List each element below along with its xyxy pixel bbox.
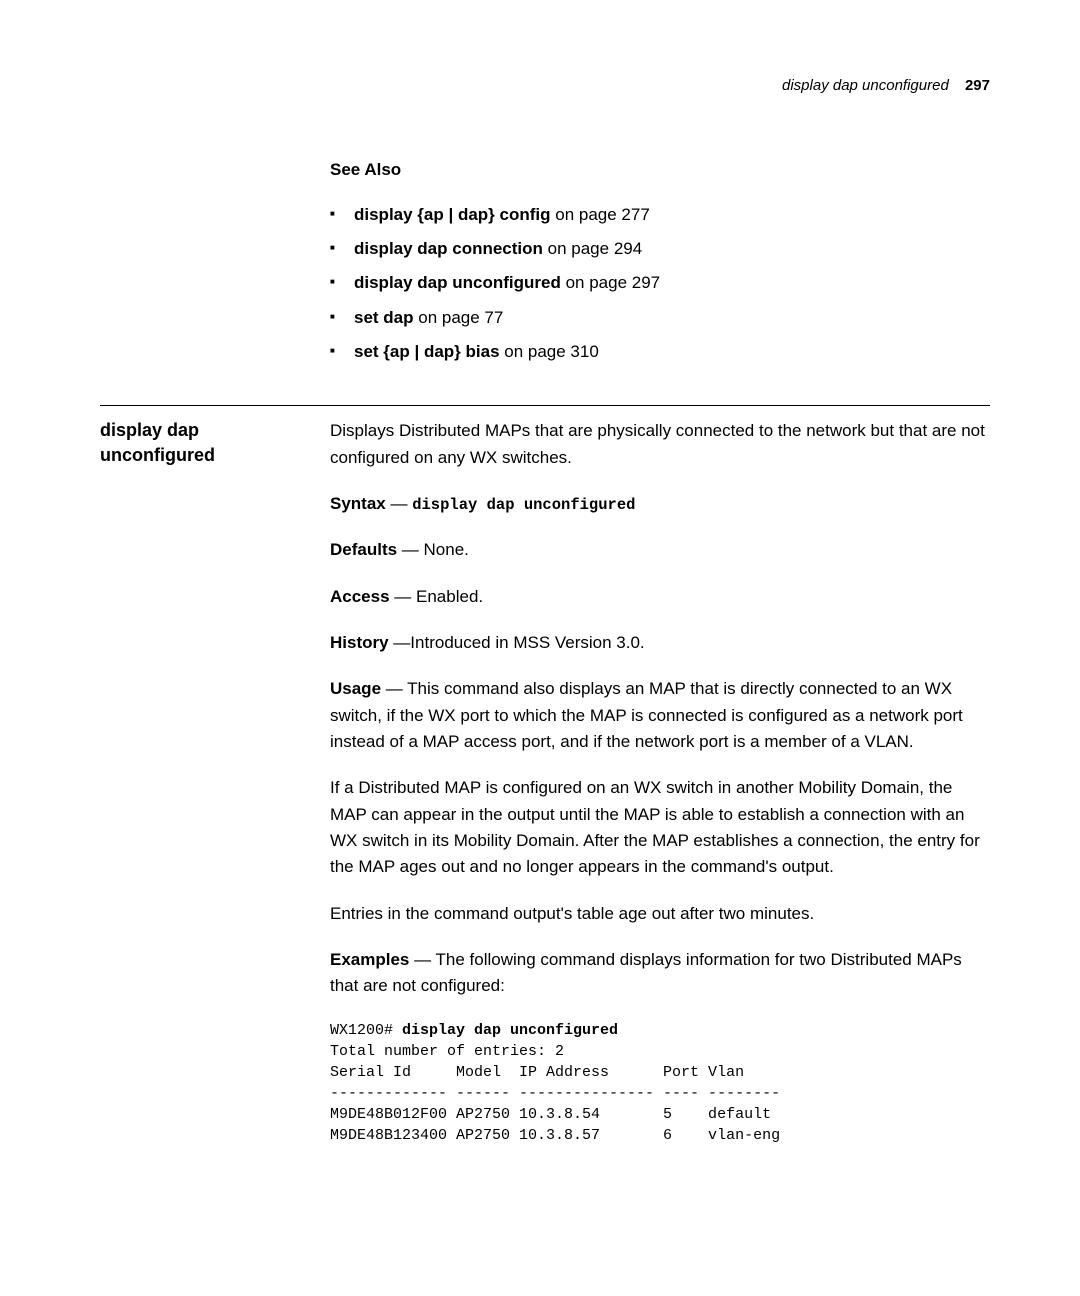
command-name: display dap connection — [354, 239, 543, 258]
command-name: set dap — [354, 308, 414, 327]
code-line: M9DE48B012F00 AP2750 10.3.8.54 5 default — [330, 1106, 771, 1123]
section-heading: display dap unconfigured — [100, 418, 330, 467]
page-ref: on page 310 — [500, 342, 599, 361]
code-line: M9DE48B123400 AP2750 10.3.8.57 6 vlan-en… — [330, 1127, 780, 1144]
command-name: display dap unconfigured — [354, 273, 561, 292]
page-ref: on page 294 — [543, 239, 642, 258]
page-ref: on page 297 — [561, 273, 660, 292]
command-name: display {ap | dap} config — [354, 205, 551, 224]
list-item: display dap connection on page 294 — [330, 236, 990, 262]
command-name: set {ap | dap} bias — [354, 342, 500, 361]
list-item: set {ap | dap} bias on page 310 — [330, 339, 990, 365]
access-label: Access — [330, 587, 390, 606]
see-also-block: See Also display {ap | dap} config on pa… — [330, 157, 990, 365]
defaults-label: Defaults — [330, 540, 397, 559]
syntax-block: Syntax — display dap unconfigured — [330, 491, 990, 517]
page-number: 297 — [965, 77, 990, 94]
list-item: set dap on page 77 — [330, 305, 990, 331]
usage-para2: If a Distributed MAP is configured on an… — [330, 775, 990, 880]
see-also-heading: See Also — [330, 157, 990, 183]
page-ref: on page 277 — [551, 205, 650, 224]
syntax-command: display dap unconfigured — [412, 496, 635, 514]
command-section: display dap unconfigured Displays Distri… — [100, 418, 990, 1146]
list-item: display {ap | dap} config on page 277 — [330, 202, 990, 228]
intro-para: Displays Distributed MAPs that are physi… — [330, 418, 990, 471]
code-line: ------------- ------ --------------- ---… — [330, 1085, 780, 1102]
page-header: display dap unconfigured 297 — [100, 74, 990, 97]
section-label-line2: unconfigured — [100, 445, 215, 465]
usage-value: — This command also displays an MAP that… — [330, 679, 963, 751]
code-command: display dap unconfigured — [402, 1022, 618, 1039]
examples-block: Examples — The following command display… — [330, 947, 990, 1000]
page-ref: on page 77 — [414, 308, 504, 327]
code-output: WX1200# display dap unconfigured Total n… — [330, 1020, 990, 1146]
usage-block: Usage — This command also displays an MA… — [330, 676, 990, 755]
access-value: — Enabled. — [390, 587, 484, 606]
history-block: History —Introduced in MSS Version 3.0. — [330, 630, 990, 656]
list-item: display dap unconfigured on page 297 — [330, 270, 990, 296]
code-line: Total number of entries: 2 — [330, 1043, 564, 1060]
section-content: Displays Distributed MAPs that are physi… — [330, 418, 990, 1146]
usage-para3: Entries in the command output's table ag… — [330, 901, 990, 927]
examples-label: Examples — [330, 950, 409, 969]
access-block: Access — Enabled. — [330, 584, 990, 610]
header-title: display dap unconfigured — [782, 77, 949, 94]
code-line: Serial Id Model IP Address Port Vlan — [330, 1064, 744, 1081]
syntax-dash: — — [386, 494, 412, 513]
section-divider — [100, 405, 990, 406]
code-prompt: WX1200# — [330, 1022, 402, 1039]
usage-label: Usage — [330, 679, 381, 698]
syntax-label: Syntax — [330, 494, 386, 513]
section-label-line1: display dap — [100, 420, 199, 440]
history-value: —Introduced in MSS Version 3.0. — [389, 633, 645, 652]
see-also-list: display {ap | dap} config on page 277 di… — [330, 202, 990, 366]
defaults-value: — None. — [397, 540, 469, 559]
history-label: History — [330, 633, 389, 652]
examples-value: — The following command displays informa… — [330, 950, 962, 995]
defaults-block: Defaults — None. — [330, 537, 990, 563]
